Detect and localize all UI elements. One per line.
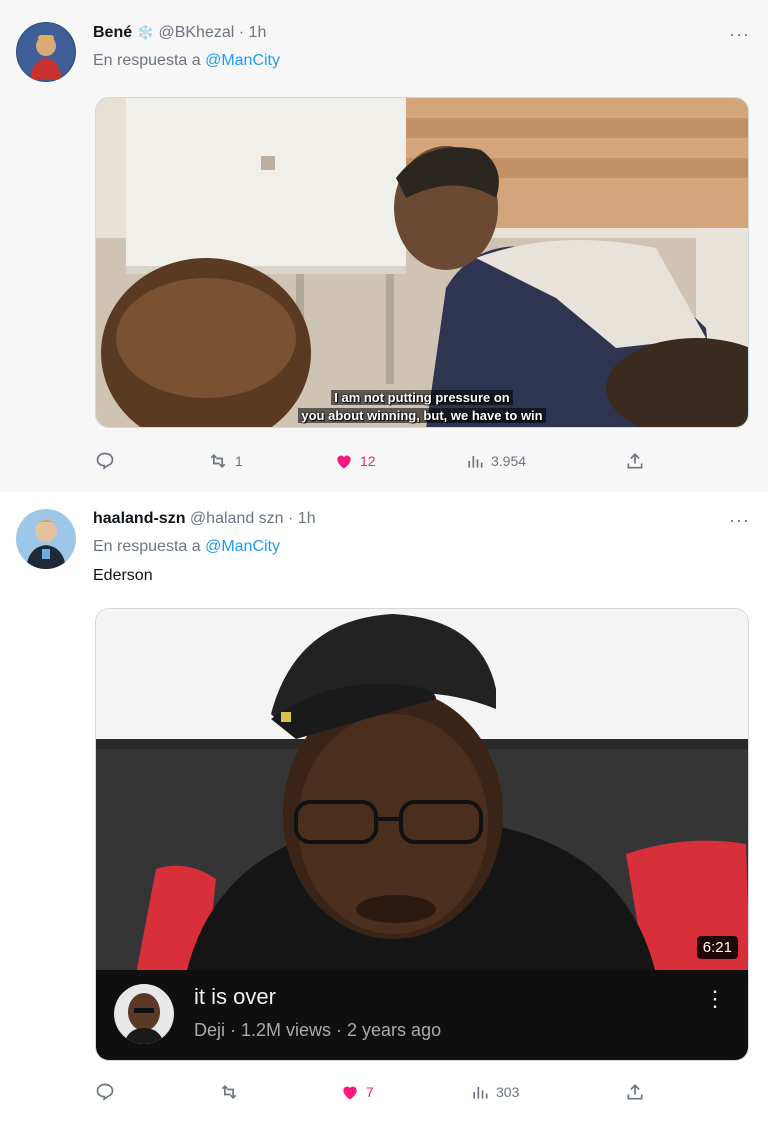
reply-mention-link[interactable]: @ManCity bbox=[205, 52, 280, 69]
tweet-header: Bené ❄️ @BKhezal · 1h bbox=[93, 24, 266, 42]
tweet-bkhezal[interactable]: Bené ❄️ @BKhezal · 1h ··· En respuesta a… bbox=[0, 0, 768, 492]
reply-context: En respuesta a @ManCity bbox=[93, 52, 280, 70]
retweet-button[interactable]: 1 bbox=[207, 446, 243, 476]
tweet-haaland-szn[interactable]: haaland-szn @haland szn · 1h ··· En resp… bbox=[0, 492, 768, 1123]
reply-mention-link[interactable]: @ManCity bbox=[205, 538, 280, 555]
separator: · bbox=[288, 510, 294, 527]
tweet-text: Ederson bbox=[93, 567, 153, 584]
retweet-icon bbox=[221, 1084, 237, 1100]
channel-avatar[interactable] bbox=[114, 984, 174, 1044]
views-button[interactable]: 303 bbox=[470, 1077, 519, 1107]
like-count: 7 bbox=[366, 1084, 374, 1100]
media-photo-scene bbox=[96, 98, 748, 427]
more-options-icon[interactable]: ··· bbox=[729, 510, 750, 531]
reply-button[interactable] bbox=[95, 1077, 115, 1107]
reply-icon bbox=[96, 452, 114, 470]
tweet-header: haaland-szn @haland szn · 1h bbox=[93, 510, 316, 528]
share-button[interactable] bbox=[625, 446, 645, 476]
author-handle[interactable]: @haland szn bbox=[190, 510, 284, 527]
share-icon bbox=[627, 1084, 643, 1100]
video-subtitle-line-2: you about winning, but, we have to win bbox=[96, 408, 748, 423]
tweet-actions: 1 12 3.954 bbox=[0, 446, 768, 476]
snowflake-emoji: ❄️ bbox=[136, 24, 155, 40]
tweet-media-video[interactable]: 6:21 it is over Deji · 1.2M views · 2 ye… bbox=[95, 608, 749, 1061]
youtube-info-bar[interactable]: 6:21 it is over Deji · 1.2M views · 2 ye… bbox=[96, 936, 748, 1060]
separator: · bbox=[238, 24, 245, 41]
author-name[interactable]: Bené bbox=[93, 24, 132, 41]
share-icon bbox=[627, 453, 643, 469]
tweet-actions: 7 303 bbox=[0, 1077, 768, 1107]
analytics-icon bbox=[468, 456, 483, 468]
more-options-icon[interactable]: ··· bbox=[729, 24, 750, 45]
views-button[interactable]: 3.954 bbox=[465, 446, 526, 476]
like-button[interactable]: 7 bbox=[340, 1077, 374, 1107]
view-count: 303 bbox=[496, 1084, 520, 1100]
reply-button[interactable] bbox=[95, 446, 115, 476]
view-count: 3.954 bbox=[491, 453, 527, 469]
reply-prefix: En respuesta a bbox=[93, 52, 201, 69]
tweet-time[interactable]: 1h bbox=[298, 510, 316, 527]
video-thumbnail-scene bbox=[96, 609, 748, 974]
video-menu-icon[interactable]: ⋮ bbox=[704, 986, 726, 1012]
video-title[interactable]: it is over bbox=[194, 984, 276, 1010]
reply-icon bbox=[96, 1083, 114, 1101]
tweet-media-image[interactable]: I am not putting pressure on you about w… bbox=[95, 97, 749, 428]
analytics-icon bbox=[473, 1087, 488, 1099]
like-button[interactable]: 12 bbox=[334, 446, 376, 476]
tweet-time[interactable]: 1h bbox=[249, 24, 267, 41]
author-name[interactable]: haaland-szn bbox=[93, 510, 185, 527]
video-meta: Deji · 1.2M views · 2 years ago bbox=[194, 1020, 442, 1040]
reply-context: En respuesta a @ManCity bbox=[93, 538, 280, 556]
retweet-button[interactable] bbox=[218, 1077, 240, 1107]
heart-filled-icon bbox=[337, 455, 351, 469]
video-subtitle-line-1: I am not putting pressure on bbox=[96, 390, 748, 405]
avatar[interactable] bbox=[16, 509, 76, 569]
author-handle[interactable]: @BKhezal bbox=[158, 24, 234, 41]
like-count: 12 bbox=[360, 453, 376, 469]
retweet-count: 1 bbox=[235, 453, 243, 469]
share-button[interactable] bbox=[625, 1077, 645, 1107]
heart-filled-icon bbox=[343, 1086, 357, 1100]
video-duration-badge: 6:21 bbox=[696, 936, 738, 959]
retweet-icon bbox=[210, 453, 226, 469]
avatar[interactable] bbox=[16, 22, 76, 82]
reply-prefix: En respuesta a bbox=[93, 538, 201, 555]
